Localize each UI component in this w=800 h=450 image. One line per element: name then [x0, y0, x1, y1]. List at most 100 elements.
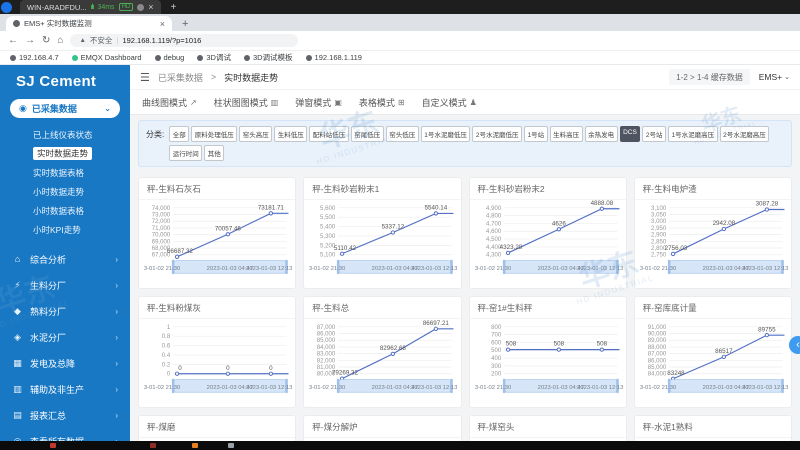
- bookmark-item[interactable]: 3D调试模板: [244, 52, 293, 63]
- filter-panel: 分类: 全部原料处理低压窑头高压生料低压配料站低压窑尾低压窑头低压1号水泥磨低压…: [138, 120, 792, 167]
- sidebar-section-item[interactable]: ◆熟料分厂›: [0, 298, 130, 324]
- svg-text:5,500: 5,500: [320, 215, 336, 221]
- new-session-icon[interactable]: +: [171, 2, 177, 13]
- sidebar-section-item[interactable]: ▦发电及总降›: [0, 350, 130, 376]
- bookmark-label: 3D调试模板: [253, 52, 293, 63]
- back-icon[interactable]: ←: [8, 35, 18, 46]
- filter-chip[interactable]: 2号站: [642, 126, 666, 142]
- chart-canvas[interactable]: 5,6005,5005,4005,3005,2005,1005110.42533…: [304, 200, 460, 286]
- taskbar-app-icon[interactable]: [150, 443, 156, 448]
- home-icon[interactable]: ⌂: [57, 35, 63, 46]
- main-content: ☰ 已采集数据 > 实时数据走势 1-2 > 1-4 缓存数据 EMS+ ⌄ 曲…: [130, 65, 800, 450]
- filter-chip[interactable]: DCS: [620, 126, 641, 142]
- filter-chip[interactable]: 窑尾低压: [351, 126, 384, 142]
- svg-text:84,000: 84,000: [647, 372, 666, 378]
- cache-data-label[interactable]: 1-2 > 1-4 缓存数据: [669, 69, 749, 85]
- bookmark-favicon: [72, 55, 78, 61]
- chart-canvas[interactable]: 74,00073,00072,00071,00070,00069,00068,0…: [139, 200, 295, 286]
- svg-text:2756.03: 2756.03: [664, 245, 687, 252]
- bookmark-item[interactable]: EMQX Dashboard: [72, 53, 142, 62]
- sidebar-section-label: 生料分厂: [30, 279, 66, 292]
- chart-canvas[interactable]: 91,00090,00089,00088,00087,00086,00085,0…: [635, 319, 791, 405]
- bookmark-item[interactable]: 3D调试: [197, 52, 231, 63]
- bookmark-label: 3D调试: [206, 52, 231, 63]
- mode-tab-icon: ↗: [190, 98, 197, 107]
- browser-tab[interactable]: EMS+ 实时数据监测 ×: [6, 16, 172, 31]
- filter-chip[interactable]: 生料低压: [274, 126, 307, 142]
- chart-canvas[interactable]: 87,00086,00085,00084,00083,00082,00081,0…: [304, 319, 460, 405]
- filter-chip[interactable]: 运行时间: [169, 145, 202, 161]
- sidebar-subitem[interactable]: 小时数据走势: [33, 182, 130, 201]
- svg-text:3087.28: 3087.28: [755, 201, 778, 208]
- chart-canvas[interactable]: 10.80.60.40.200003-01-02 21:302023-01-03…: [139, 319, 295, 405]
- sidebar-subitem[interactable]: 已上线仪表状态: [33, 125, 130, 144]
- filter-chip[interactable]: 生料高压: [550, 126, 583, 142]
- sidebar-subitem-label: 实时数据走势: [33, 147, 92, 160]
- filter-chip[interactable]: 其他: [204, 145, 224, 161]
- mode-tab[interactable]: 自定义模式♟: [422, 96, 477, 109]
- sidebar-section-item[interactable]: ⚡生料分厂›: [0, 272, 130, 298]
- hamburger-menu-icon[interactable]: ☰: [140, 71, 150, 84]
- taskbar-app-icon[interactable]: [50, 443, 56, 448]
- svg-text:3-01-02 21:30: 3-01-02 21:30: [640, 385, 677, 391]
- mode-tab[interactable]: 曲线图模式↗: [142, 96, 197, 109]
- sidebar-section-label: 发电及总降: [30, 357, 75, 370]
- filter-chip[interactable]: 原料处理低压: [191, 126, 237, 142]
- sidebar-subitem-label: 小时数据表格: [33, 206, 84, 216]
- filter-chip[interactable]: 1号水泥磨高压: [668, 126, 718, 142]
- chart-title: 秤-生料电炉渣: [635, 178, 791, 200]
- close-icon[interactable]: ×: [148, 2, 153, 12]
- svg-text:70,000: 70,000: [152, 233, 171, 239]
- bookmark-item[interactable]: 192.168.1.119: [306, 53, 362, 62]
- security-warning-label: 不安全: [90, 35, 113, 46]
- filter-chip[interactable]: 全部: [169, 126, 189, 142]
- sidebar-subitem[interactable]: 实时数据走势: [33, 144, 130, 163]
- mode-tab[interactable]: 表格模式⊞: [359, 96, 405, 109]
- filter-chip[interactable]: 1号站: [524, 126, 548, 142]
- sidebar-section-item[interactable]: ▥辅助及非生产›: [0, 376, 130, 402]
- new-tab-icon[interactable]: +: [182, 18, 188, 30]
- chart-canvas[interactable]: 3,1003,0503,0002,9502,9002,8502,8002,750…: [635, 200, 791, 286]
- mode-tab[interactable]: 弹窗模式▣: [295, 96, 342, 109]
- filter-chip[interactable]: 配料站低压: [309, 126, 349, 142]
- taskbar-app-icon[interactable]: [228, 443, 234, 448]
- session-icon[interactable]: [137, 4, 144, 11]
- chart-title: 秤-生料砂岩粉末1: [304, 178, 460, 200]
- tab-close-icon[interactable]: ×: [160, 19, 165, 29]
- sidebar-section-item[interactable]: ◈水泥分厂›: [0, 324, 130, 350]
- filter-chip[interactable]: 2号水泥磨高压: [720, 126, 770, 142]
- bookmark-item[interactable]: debug: [155, 53, 185, 62]
- os-taskbar[interactable]: [0, 441, 800, 450]
- remote-desktop-tab[interactable]: WIN-ARADFDU... ılı 34ms HD ×: [20, 0, 161, 14]
- breadcrumb-parent[interactable]: 已采集数据: [158, 71, 203, 84]
- sidebar-subitem[interactable]: 小时数据表格: [33, 201, 130, 220]
- filter-chip[interactable]: 窑头低压: [386, 126, 419, 142]
- filter-chip[interactable]: 窑头高压: [239, 126, 272, 142]
- breadcrumb-separator: >: [211, 72, 216, 82]
- sidebar-subitem[interactable]: 实时数据表格: [33, 163, 130, 182]
- reload-icon[interactable]: ↻: [42, 35, 50, 46]
- profile-label: EMS+: [759, 72, 782, 82]
- sidebar-group-collected-data[interactable]: ◉ 已采集数据 ⌄: [10, 99, 120, 118]
- profile-dropdown[interactable]: EMS+ ⌄: [759, 72, 790, 82]
- mode-tab[interactable]: 柱状图图模式▥: [214, 96, 279, 109]
- address-bar[interactable]: ▲ 不安全 | 192.168.1.119/?p=1016: [70, 34, 298, 47]
- sidebar-section-item[interactable]: ▤报表汇总›: [0, 402, 130, 428]
- bookmark-favicon: [197, 55, 203, 61]
- bookmark-favicon: [10, 55, 16, 61]
- mode-tab-label: 柱状图图模式: [214, 96, 268, 109]
- chart-canvas[interactable]: 8007006005004003002005085085083-01-02 21…: [470, 319, 626, 405]
- sidebar-subitem[interactable]: 小时KPI走势: [33, 220, 130, 239]
- filter-chip[interactable]: 1号水泥磨低压: [421, 126, 471, 142]
- svg-text:3-01-02 21:30: 3-01-02 21:30: [640, 266, 677, 272]
- collapse-panel-button[interactable]: ‹: [789, 336, 800, 354]
- taskbar-app-icon[interactable]: [192, 443, 198, 448]
- bookmark-item[interactable]: 192.168.4.7: [10, 53, 59, 62]
- filter-chip[interactable]: 2号水泥磨低压: [472, 126, 522, 142]
- chart-canvas[interactable]: 4,9004,8004,7004,6004,5004,4004,3004323.…: [470, 200, 626, 286]
- forward-icon[interactable]: →: [25, 35, 35, 46]
- svg-text:600: 600: [491, 340, 502, 346]
- filter-chip[interactable]: 余热发电: [585, 126, 618, 142]
- sidebar: SJ Cement ◉ 已采集数据 ⌄ 已上线仪表状态实时数据走势实时数据表格小…: [0, 65, 130, 450]
- sidebar-section-item[interactable]: ⌂综合分析›: [0, 246, 130, 272]
